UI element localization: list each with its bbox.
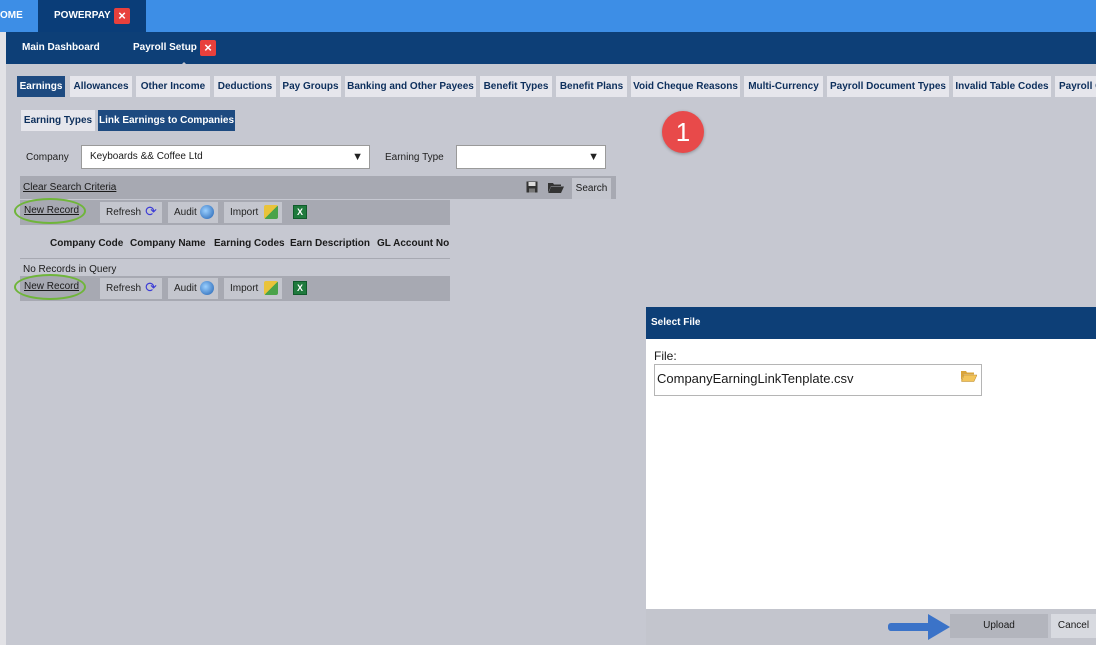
tab-powerpay[interactable]: POWERPAY × [38,0,146,32]
nav-payroll-setup[interactable]: Payroll Setup [133,32,197,64]
refresh-button[interactable]: Refresh ⟳ [100,278,162,299]
import-icon [264,281,278,295]
nav-main-dashboard[interactable]: Main Dashboard [22,32,100,64]
tab-payroll-document-types[interactable]: Payroll Document Types [827,76,949,97]
excel-icon[interactable]: X [293,205,307,219]
nav-bar: Main Dashboard Payroll Setup × [6,32,1096,68]
tab-home[interactable]: OME [0,0,36,32]
import-button[interactable]: Import [224,202,282,223]
column-header[interactable]: GL Account No [377,238,449,249]
earning-type-label: Earning Type [385,152,444,163]
tab-multi-currency[interactable]: Multi-Currency [744,76,823,97]
left-edge [0,32,6,645]
refresh-label: Refresh [106,283,142,294]
tab-benefit-types[interactable]: Benefit Types [480,76,552,97]
dialog-footer: Upload Cancel [646,609,1096,645]
tab-payroll-c[interactable]: Payroll C [1055,76,1096,97]
subtab-link-earnings[interactable]: Link Earnings to Companies [98,110,235,131]
refresh-icon: ⟳ [145,279,157,295]
tab-allowances[interactable]: Allowances [70,76,132,97]
chevron-down-icon: ▼ [588,151,599,163]
search-bar: Clear Search Criteria Search [20,176,616,199]
earning-type-select[interactable]: ▼ [456,145,606,169]
file-label: File: [654,349,677,363]
column-header[interactable]: Company Code [50,238,123,249]
subtab-earning-types[interactable]: Earning Types [21,110,95,131]
toolbar-bottom: New Record Refresh ⟳ Audit Import X [14,274,450,301]
import-button[interactable]: Import [224,278,282,299]
audit-button[interactable]: Audit [168,202,218,223]
tab-pay-groups[interactable]: Pay Groups [280,76,341,97]
audit-button[interactable]: Audit [168,278,218,299]
tab-benefit-plans[interactable]: Benefit Plans [556,76,627,97]
chevron-down-icon: ▼ [352,151,363,163]
new-record-button[interactable]: New Record [24,205,79,216]
company-label: Company [26,152,69,163]
new-record-highlight: New Record [14,198,86,224]
folder-open-icon[interactable] [548,181,564,193]
tab-earnings[interactable]: Earnings [17,76,65,97]
save-icon[interactable] [526,181,538,193]
tab-deductions[interactable]: Deductions [214,76,276,97]
tab-void-cheque[interactable]: Void Cheque Reasons [631,76,740,97]
refresh-icon: ⟳ [145,203,157,219]
upload-button[interactable]: Upload [950,614,1048,638]
import-icon [264,205,278,219]
globe-icon [200,205,214,219]
refresh-label: Refresh [106,207,142,218]
audit-label: Audit [174,207,197,218]
excel-icon[interactable]: X [293,281,307,295]
clear-search-link[interactable]: Clear Search Criteria [23,182,116,193]
column-header[interactable]: Company Name [130,238,206,249]
file-input[interactable]: CompanyEarningLinkTenplate.csv [654,364,982,396]
select-file-dialog [646,307,1096,645]
top-bar: OME POWERPAY × [0,0,1096,32]
folder-open-icon[interactable] [961,370,977,382]
company-select[interactable]: Keyboards && Coffee Ltd ▼ [81,145,370,169]
column-header[interactable]: Earn Description [290,238,370,249]
audit-label: Audit [174,283,197,294]
refresh-button[interactable]: Refresh ⟳ [100,202,162,223]
tab-invalid-table-codes[interactable]: Invalid Table Codes [953,76,1051,97]
close-icon[interactable]: × [200,40,216,56]
import-label: Import [230,283,259,294]
active-indicator [178,62,190,68]
tab-powerpay-label: POWERPAY [54,10,111,21]
search-button[interactable]: Search [572,178,611,199]
dialog-title: Select File [651,317,701,328]
tab-banking[interactable]: Banking and Other Payees [345,76,476,97]
file-input-value: CompanyEarningLinkTenplate.csv [657,371,854,386]
import-label: Import [230,207,259,218]
divider [20,258,450,259]
cancel-button[interactable]: Cancel [1051,614,1096,638]
arrow-pointer-icon [888,614,950,640]
new-record-highlight: New Record [14,274,86,300]
toolbar-top: New Record Refresh ⟳ Audit Import X [14,198,450,225]
column-header[interactable]: Earning Codes [214,238,285,249]
close-icon[interactable]: × [114,8,130,24]
tab-other-income[interactable]: Other Income [136,76,210,97]
new-record-button[interactable]: New Record [24,281,79,292]
globe-icon [200,281,214,295]
company-value: Keyboards && Coffee Ltd [90,151,203,162]
dialog-title-bar: Select File [646,307,1096,339]
empty-message: No Records in Query [23,264,117,275]
step-badge: 1 [662,111,704,153]
